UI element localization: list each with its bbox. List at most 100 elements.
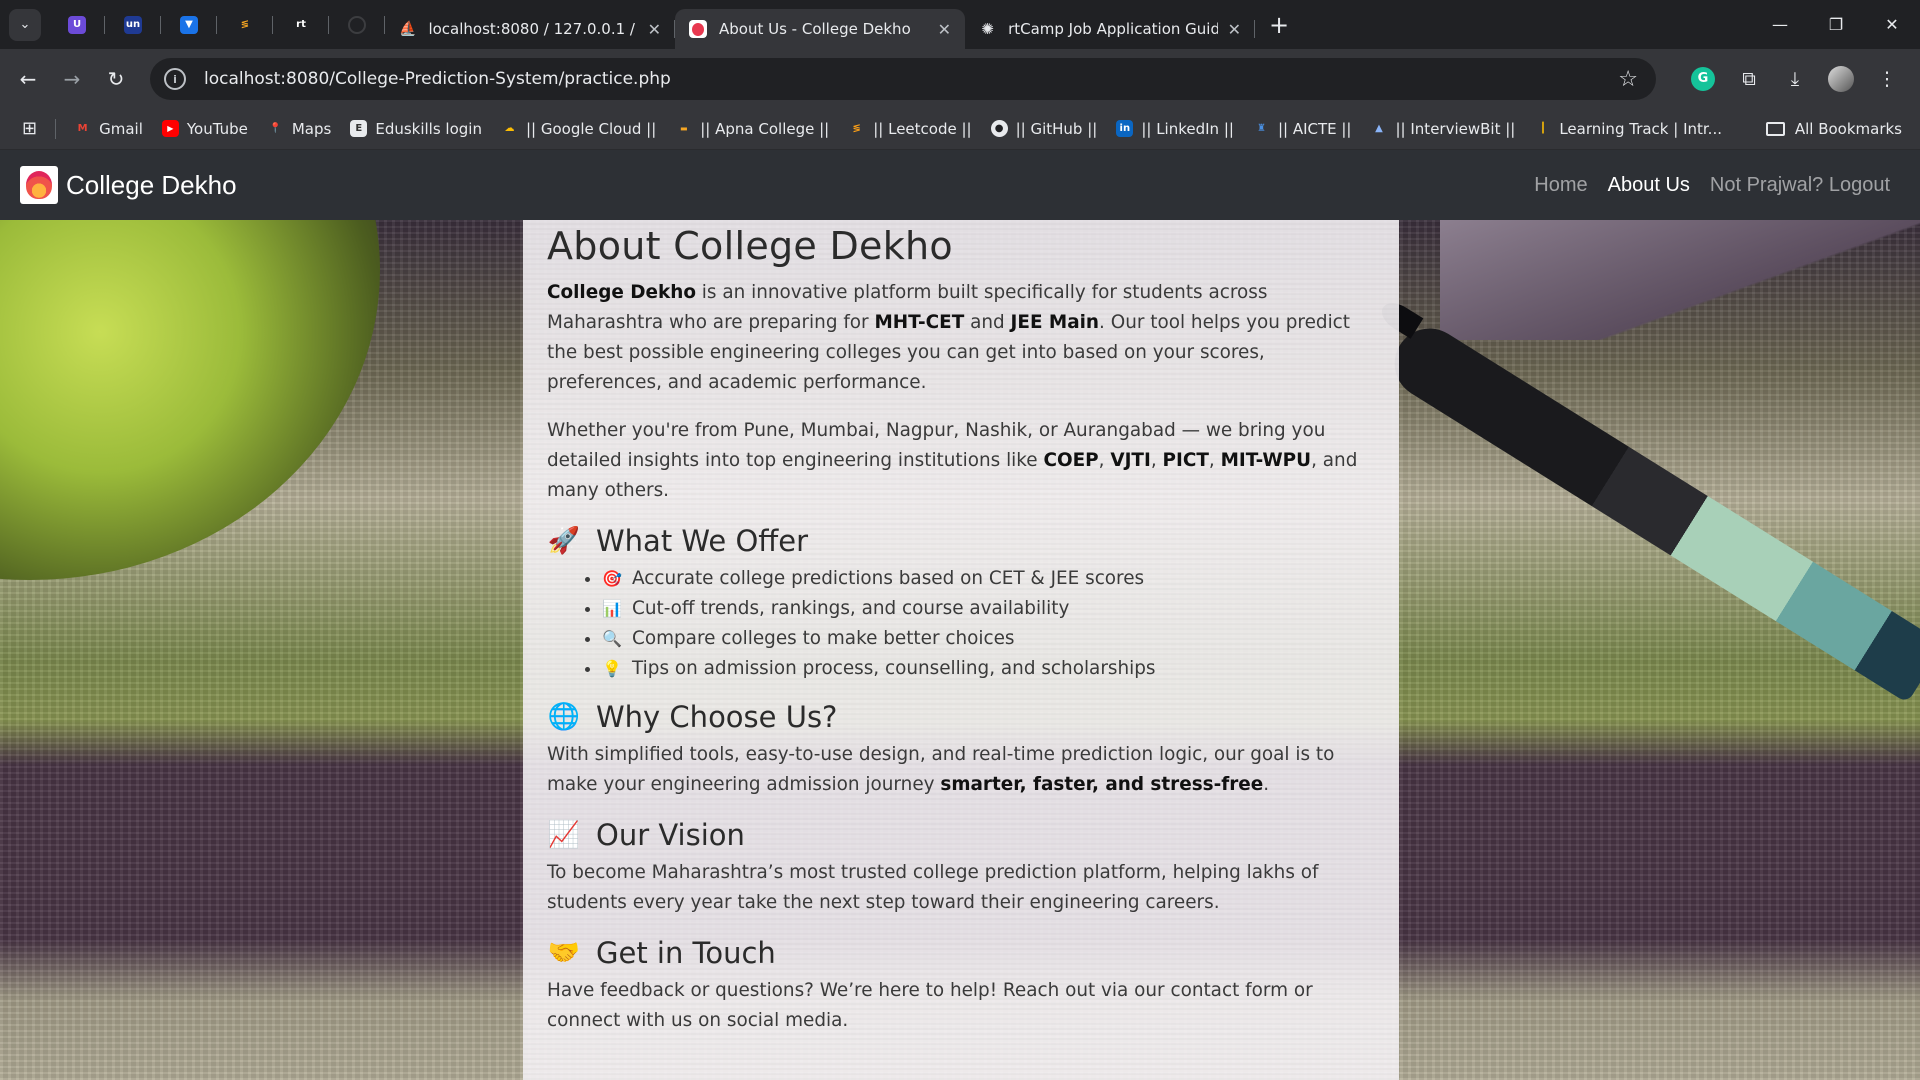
url-text[interactable]: localhost:8080/College-Prediction-System…: [204, 69, 671, 89]
profile-avatar[interactable]: [1828, 65, 1854, 92]
rocket-icon: 🚀: [547, 526, 581, 556]
bold-text: MHT-CET: [874, 312, 965, 333]
section-heading-contact: 🤝 Get in Touch: [547, 936, 1375, 970]
rtcamp-icon: rt: [296, 19, 306, 30]
nav-logout-link[interactable]: Not Prajwal? Logout: [1710, 174, 1890, 197]
bookmark-linkedin[interactable]: in || LinkedIn ||: [1116, 120, 1234, 138]
reload-button[interactable]: ↻: [94, 67, 138, 91]
back-button[interactable]: ←: [6, 67, 50, 91]
college-dekho-icon: [689, 20, 707, 38]
text: ,: [1098, 450, 1111, 471]
nav-links: Home About Us Not Prajwal? Logout: [1514, 174, 1890, 197]
extensions-icon[interactable]: ⧉: [1726, 68, 1772, 90]
list-item: 🎯 Accurate college predictions based on C…: [602, 564, 1375, 594]
apps-grid-icon[interactable]: ⊞: [22, 118, 37, 139]
about-content-panel: About College Dekho College Dekho is an …: [523, 220, 1399, 1080]
bookmark-apna-college[interactable]: ▬ || Apna College ||: [675, 120, 829, 138]
bookmark-google-cloud[interactable]: ☁ || Google Cloud ||: [501, 120, 656, 138]
contact-paragraph: Have feedback or questions? We’re here t…: [547, 980, 1313, 1031]
maps-icon: 📍: [269, 123, 282, 134]
bookmark-learning-track[interactable]: ┃ Learning Track | Intr...: [1534, 120, 1722, 138]
bookmark-interviewbit[interactable]: ▲ || InterviewBit ||: [1371, 119, 1516, 138]
tab-rtcamp-guide[interactable]: ✺ rtCamp Job Application Guide ✕: [965, 9, 1255, 49]
un-icon: un: [124, 15, 142, 34]
tab-title: About Us - College Dekho: [719, 20, 911, 38]
browser-toolbar: ← → ↻ i localhost:8080/College-Predictio…: [0, 49, 1920, 108]
nav-about-link[interactable]: About Us: [1608, 174, 1690, 197]
site-navbar: College Dekho Home About Us Not Prajwal?…: [0, 150, 1920, 220]
bookmark-label: || AICTE ||: [1277, 119, 1352, 138]
globe-icon: 🌐: [547, 702, 581, 732]
aicte-icon: ♜: [1256, 123, 1266, 134]
heading-text: What We Offer: [596, 524, 809, 558]
magnifier-icon: 🔍: [602, 629, 622, 648]
grammarly-icon[interactable]: G: [1691, 66, 1715, 91]
pinned-tab-codeforces[interactable]: ▼: [161, 0, 217, 49]
pinned-tab-rtcamp[interactable]: rt: [273, 0, 329, 49]
bookmark-github[interactable]: ● || GitHub ||: [990, 120, 1097, 138]
bookmark-label: Maps: [291, 119, 332, 138]
reload-icon: ↻: [107, 66, 125, 91]
github-icon: [348, 15, 366, 34]
paper-decoration: [1440, 220, 1920, 340]
text: .: [1263, 774, 1270, 795]
bookmark-leetcode[interactable]: ≶ || Leetcode ||: [848, 119, 972, 138]
tab-phpmyadmin[interactable]: ⛵ localhost:8080 / 127.0.0.1 / colle ✕: [385, 9, 675, 49]
close-window-button[interactable]: ✕: [1864, 0, 1920, 49]
vision-paragraph: To become Maharashtra’s most trusted col…: [547, 862, 1319, 913]
brand-name[interactable]: College Dekho: [66, 170, 237, 201]
restore-button[interactable]: ❐: [1808, 0, 1864, 49]
menu-kebab-icon[interactable]: ⋮: [1864, 68, 1910, 90]
codeforces-icon: ▼: [180, 15, 198, 34]
address-bar[interactable]: i localhost:8080/College-Prediction-Syst…: [150, 58, 1656, 100]
handshake-icon: 🤝: [547, 938, 581, 968]
college-dekho-logo[interactable]: [20, 166, 58, 204]
text: ,: [1150, 450, 1163, 471]
bookmark-maps[interactable]: 📍 Maps: [267, 120, 331, 138]
close-icon[interactable]: ✕: [1218, 20, 1241, 39]
chart-increasing-icon: 📈: [547, 820, 581, 850]
bookmark-aicte[interactable]: ♜ || AICTE ||: [1253, 120, 1352, 138]
section-heading-why: 🌐 Why Choose Us?: [547, 700, 1375, 734]
bookmark-eduskills[interactable]: E Eduskills login: [350, 120, 482, 138]
list-item-text: Cut-off trends, rankings, and course ava…: [632, 598, 1070, 619]
lightbulb-icon: 💡: [602, 659, 622, 678]
tab-about-us[interactable]: About Us - College Dekho ✕: [675, 9, 965, 49]
close-icon[interactable]: ✕: [928, 20, 951, 39]
bookmark-gmail[interactable]: M Gmail: [74, 120, 143, 138]
fountain-pen-decoration: [1381, 315, 1920, 704]
bookmark-label: || InterviewBit ||: [1395, 119, 1516, 138]
github-icon: ●: [990, 120, 1008, 137]
pinned-tab-github[interactable]: [329, 0, 385, 49]
tab-search-button[interactable]: ⌄: [9, 8, 41, 41]
list-item-text: Accurate college predictions based on CE…: [632, 568, 1145, 589]
pinned-tab-eduskills[interactable]: ≶: [217, 0, 273, 49]
bold-text: JEE Main: [1010, 312, 1100, 333]
all-bookmarks-button[interactable]: All Bookmarks: [1765, 120, 1902, 138]
bookmark-youtube[interactable]: ▶ YouTube: [161, 120, 248, 138]
nav-home-link[interactable]: Home: [1534, 174, 1587, 197]
lotus-logo-icon: [26, 171, 52, 199]
close-icon[interactable]: ✕: [638, 20, 661, 39]
learning-track-icon: ┃: [1539, 123, 1546, 134]
apna-college-icon: ▬: [679, 124, 688, 133]
bookmark-label: Eduskills login: [375, 119, 482, 138]
site-info-icon[interactable]: i: [164, 68, 186, 90]
offer-list: 🎯 Accurate college predictions based on C…: [602, 564, 1375, 684]
web-page: College Dekho Home About Us Not Prajwal?…: [0, 150, 1920, 1080]
pinned-tab-unstop[interactable]: U: [49, 0, 105, 49]
minimize-button[interactable]: —: [1752, 0, 1808, 49]
intro-paragraph: College Dekho is an innovative platform …: [547, 278, 1375, 398]
download-icon[interactable]: ⤓: [1772, 68, 1818, 90]
window-controls: — ❐ ✕: [1752, 0, 1920, 49]
bookmark-label: || Leetcode ||: [873, 119, 972, 138]
bookmark-label: || Apna College ||: [700, 119, 830, 138]
bold-text: smarter, faster, and stress-free: [940, 774, 1264, 795]
list-item: 📊 Cut-off trends, rankings, and course av…: [602, 594, 1375, 624]
new-tab-button[interactable]: +: [1269, 11, 1289, 39]
divider: [55, 118, 57, 139]
bookmark-star-icon[interactable]: ☆: [1618, 67, 1638, 92]
forward-button[interactable]: →: [50, 67, 94, 91]
pinned-tab-un[interactable]: un: [105, 0, 161, 49]
linkedin-icon: in: [1116, 120, 1134, 137]
